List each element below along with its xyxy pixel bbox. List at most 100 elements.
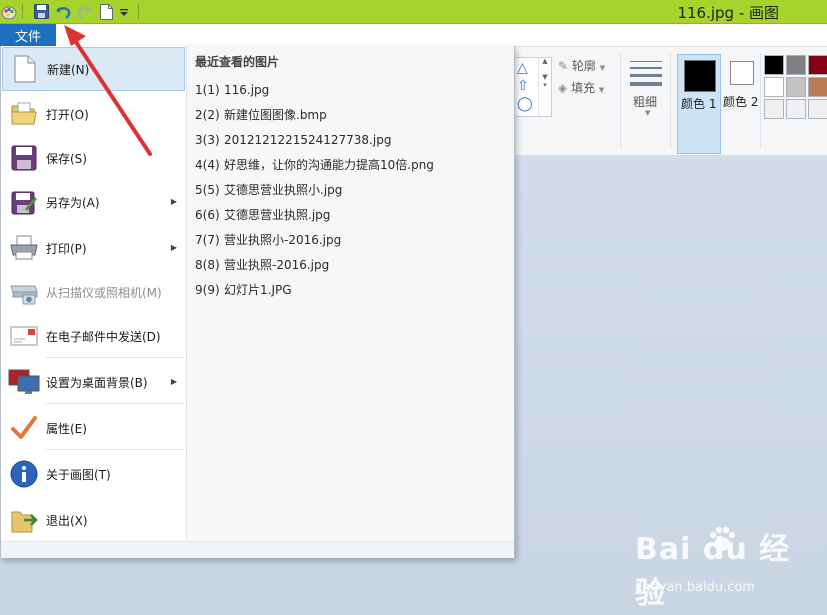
red-annotation-arrow — [64, 25, 152, 156]
palette-color-swatch[interactable] — [808, 99, 827, 119]
redo-icon[interactable] — [76, 3, 94, 20]
window-title: 116.jpg - 画图 — [677, 4, 779, 22]
size-lines-icon[interactable] — [630, 61, 662, 91]
ribbon-separator — [760, 53, 761, 149]
file-menu-item[interactable]: 退出(X) — [2, 498, 185, 542]
chevron-down-icon: ▼ — [645, 109, 651, 117]
color1-button[interactable]: 颜色 1 — [677, 54, 721, 154]
new-page-icon — [3, 47, 47, 91]
color2-swatch[interactable] — [730, 61, 754, 85]
submenu-arrow-icon: ▶ — [170, 243, 177, 252]
brush-outline-icon: ✎ — [558, 59, 569, 73]
menu-separator — [45, 357, 185, 358]
color1-swatch — [684, 60, 716, 92]
recent-picture-item[interactable]: 1(1) 116.jpg — [195, 80, 269, 100]
recent-pictures-title: 最近查看的图片 — [195, 55, 280, 69]
baidu-jingyan-watermark: Bai du 经验 jingyan.baidu.com — [635, 524, 810, 611]
recent-picture-number: 8(8) — [195, 258, 220, 272]
file-menu-item[interactable]: 在电子邮件中发送(D) — [2, 314, 185, 358]
recent-picture-number: 4(4) — [195, 158, 220, 172]
properties-checkmark-icon — [2, 406, 46, 450]
recent-picture-name: 艾德思营业执照.jpg — [224, 208, 331, 222]
size-button-label[interactable]: 粗细 — [633, 93, 657, 110]
palette-color-swatch[interactable] — [808, 77, 827, 97]
save-disk-icon — [2, 136, 46, 180]
arrow-up-shape-icon[interactable]: ⇧ — [517, 79, 529, 93]
submenu-arrow-icon: ▶ — [170, 197, 177, 206]
recent-picture-number: 3(3) — [195, 133, 220, 147]
recent-pictures-panel: 最近查看的图片 1(1) 116.jpg 2(2) 新建位图图像.bmp 3(3) 201… — [187, 46, 514, 541]
new-document-icon[interactable] — [98, 3, 114, 20]
recent-picture-name: 艾德思营业执照小.jpg — [224, 183, 343, 197]
recent-picture-item[interactable]: 7(7) 营业执照小-2016.jpg — [195, 230, 341, 250]
palette-color-swatch[interactable] — [786, 77, 806, 97]
callout-shape-icon[interactable]: ◯ — [517, 97, 533, 111]
triangle-shape-icon[interactable]: △ — [517, 61, 528, 75]
file-menu-item[interactable]: 关于画图(T) — [2, 452, 185, 496]
file-menu-item[interactable]: 打印(P) ▶ — [2, 226, 185, 270]
file-menu-item[interactable]: 设置为桌面背景(B) ▶ — [2, 360, 185, 404]
open-folder-icon — [2, 92, 46, 136]
recent-picture-number: 2(2) — [195, 108, 220, 122]
color2-label[interactable]: 颜色 2 — [723, 93, 758, 110]
submenu-arrow-icon: ▶ — [170, 377, 177, 386]
quick-access-separator — [22, 4, 23, 19]
recent-picture-name: 营业执照小-2016.jpg — [224, 233, 342, 247]
palette-color-swatch[interactable] — [764, 77, 784, 97]
recent-picture-number: 1(1) — [195, 83, 220, 97]
file-menu-item-label: 关于画图(T) — [46, 467, 111, 482]
outline-label: 轮廓 — [571, 59, 596, 73]
palette-color-swatch[interactable] — [764, 99, 784, 119]
printer-icon — [2, 226, 46, 270]
undo-icon[interactable] — [54, 3, 72, 20]
recent-picture-item[interactable]: 5(5) 艾德思营业执照小.jpg — [195, 180, 342, 200]
watermark-url: jingyan.baidu.com — [635, 580, 755, 595]
ribbon-separator — [620, 53, 621, 149]
recent-picture-name: 新建位图图像.bmp — [224, 108, 327, 122]
palette-color-swatch[interactable] — [786, 99, 806, 119]
recent-picture-name: 幻灯片1.JPG — [224, 283, 292, 297]
recent-picture-item[interactable]: 6(6) 艾德思营业执照.jpg — [195, 205, 330, 225]
menu-separator — [45, 449, 185, 450]
customize-dropdown-icon[interactable] — [118, 3, 130, 20]
recent-picture-item[interactable]: 4(4) 好思维，让你的沟通能力提高10倍.png — [195, 155, 434, 175]
info-icon — [2, 452, 46, 496]
recent-picture-item[interactable]: 2(2) 新建位图图像.bmp — [195, 105, 327, 125]
menu-separator — [45, 403, 185, 404]
outline-button[interactable]: ✎ 轮廓 ▼ — [558, 57, 605, 74]
paint-app-icon[interactable] — [1, 3, 17, 20]
file-menu-item: 从扫描仪或照相机(M) — [2, 270, 185, 314]
palette-color-swatch[interactable] — [764, 55, 784, 75]
recent-picture-name: 2012121221524127738.jpg — [224, 133, 392, 147]
file-tab[interactable]: 文件 — [0, 24, 56, 46]
scanner-camera-icon — [2, 270, 46, 314]
fill-bucket-icon: ◈ — [558, 81, 568, 95]
save-as-icon — [2, 180, 46, 224]
shapes-gallery-scroll[interactable]: ▲ ▼ ▾ — [538, 57, 551, 115]
file-menu-item-label: 另存为(A) — [46, 195, 100, 210]
recent-picture-number: 7(7) — [195, 233, 220, 247]
ribbon-separator — [670, 53, 671, 149]
file-menu-item-label: 打印(P) — [46, 241, 87, 256]
recent-picture-item[interactable]: 3(3) 2012121221524127738.jpg — [195, 130, 391, 150]
recent-picture-item[interactable]: 8(8) 营业执照-2016.jpg — [195, 255, 329, 275]
chevron-down-icon: ▼ — [599, 64, 606, 72]
recent-picture-name: 好思维，让你的沟通能力提高10倍.png — [224, 158, 434, 172]
file-menu-footer — [1, 541, 514, 558]
file-menu-item-label: 设置为桌面背景(B) — [46, 375, 148, 390]
fill-button[interactable]: ◈ 填充 ▼ — [558, 79, 604, 96]
chevron-down-icon: ▼ — [598, 86, 605, 94]
palette-color-swatch[interactable] — [808, 55, 827, 75]
file-menu-item-label: 在电子邮件中发送(D) — [46, 329, 161, 344]
recent-picture-number: 9(9) — [195, 283, 220, 297]
file-menu-item[interactable]: 另存为(A) ▶ — [2, 180, 185, 224]
recent-picture-item[interactable]: 9(9) 幻灯片1.JPG — [195, 280, 292, 300]
email-icon — [2, 314, 46, 358]
file-menu-item[interactable]: 属性(E) — [2, 406, 185, 450]
recent-picture-name: 116.jpg — [224, 83, 270, 97]
file-menu-item-label: 退出(X) — [46, 513, 88, 528]
file-menu-item-label: 从扫描仪或照相机(M) — [46, 285, 162, 300]
recent-picture-number: 6(6) — [195, 208, 220, 222]
palette-color-swatch[interactable] — [786, 55, 806, 75]
save-icon[interactable] — [32, 3, 50, 20]
